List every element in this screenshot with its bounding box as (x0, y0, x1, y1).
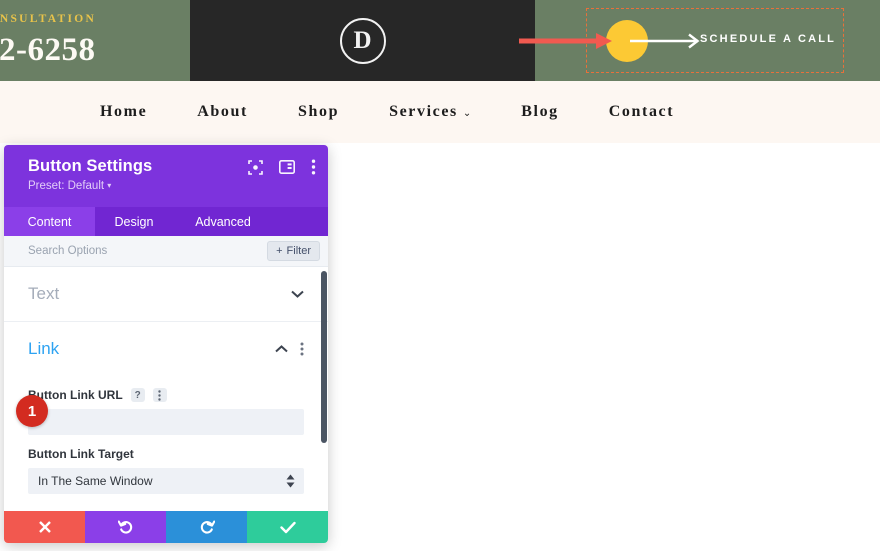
tab-design[interactable]: Design (95, 207, 173, 236)
badge-number: 1 (27, 402, 37, 420)
redo-button[interactable] (166, 511, 247, 543)
selected-option-label: In The Same Window (38, 474, 153, 488)
tab-content[interactable]: Content (4, 207, 95, 236)
settings-scroll-area: Text Link Button Link URL ? Button Link … (4, 267, 328, 511)
preset-selector[interactable]: Preset: Default ▾ (28, 180, 314, 192)
modal-header: Button Settings Preset: Default ▾ (4, 145, 328, 207)
topbar-contact-block: CONSULTATION 52-6258 (0, 0, 190, 81)
focus-icon[interactable] (248, 159, 263, 175)
modal-tabs: Content Design Advanced (4, 207, 328, 236)
section-link-header[interactable]: Link (28, 322, 304, 376)
nav-item-blog[interactable]: Blog (521, 103, 559, 121)
undo-button[interactable] (85, 511, 166, 543)
chevron-up-icon[interactable] (275, 345, 288, 353)
plus-icon: + (276, 245, 283, 257)
nav-label: About (197, 103, 248, 120)
section-title: Link (28, 339, 60, 358)
checkmark-icon (279, 521, 296, 533)
layout-icon[interactable] (279, 160, 295, 174)
divi-logo-icon[interactable]: D (339, 17, 386, 64)
search-bar: + Filter (4, 236, 328, 267)
tab-label: Advanced (195, 214, 251, 229)
filter-button[interactable]: + Filter (267, 241, 320, 261)
scrollbar-track[interactable] (321, 267, 328, 511)
site-top-bar: CONSULTATION 52-6258 D SCHEDULE A CALL (0, 0, 880, 81)
site-navigation: Home About Shop Services ⌄ Blog Contact (0, 81, 880, 143)
save-button[interactable] (247, 511, 328, 543)
undo-icon (117, 520, 132, 534)
nav-label: Home (100, 103, 148, 120)
chevron-down-icon: ▾ (107, 181, 112, 190)
section-link-controls (275, 342, 304, 356)
page-root: CONSULTATION 52-6258 D SCHEDULE A CALL H… (0, 0, 880, 551)
nav-item-services[interactable]: Services ⌄ (389, 103, 471, 121)
step-badge-1: 1 (16, 395, 48, 427)
filter-label: Filter (286, 245, 311, 257)
nav-label: Contact (608, 103, 675, 120)
section-more-options-icon[interactable] (300, 342, 304, 356)
nav-label: Services (389, 103, 458, 120)
button-link-target-select[interactable]: In The Same Window (28, 468, 304, 494)
tab-label: Content (27, 214, 72, 229)
button-link-url-input[interactable] (28, 409, 304, 435)
nav-item-home[interactable]: Home (100, 103, 147, 121)
nav-item-shop[interactable]: Shop (298, 103, 339, 121)
field-button-link-target: Button Link Target In The Same Window (4, 447, 328, 494)
field-button-link-url: Button Link URL ? (4, 388, 328, 435)
chevron-down-icon: ⌄ (462, 107, 472, 119)
field-label-row: Button Link URL ? (28, 388, 304, 402)
topbar-logo-block: D (190, 0, 535, 81)
section-link: Link (4, 322, 328, 376)
scrollbar-thumb[interactable] (321, 271, 327, 443)
tab-advanced[interactable]: Advanced (173, 207, 273, 236)
modal-footer (4, 511, 328, 543)
button-link-target-wrap: In The Same Window (28, 468, 304, 494)
cta-arrow-icon (630, 33, 700, 49)
field-label: Button Link Target (28, 447, 134, 461)
redo-icon (200, 520, 215, 534)
close-icon (38, 521, 51, 533)
help-icon[interactable]: ? (130, 388, 145, 402)
cancel-button[interactable] (4, 511, 85, 543)
topbar-phone-number[interactable]: 52-6258 (0, 32, 96, 69)
button-settings-modal: Button Settings Preset: Default ▾ Conten… (4, 145, 328, 543)
preset-label: Preset: Default (28, 180, 105, 192)
section-title: Text (28, 284, 60, 303)
field-more-options-icon[interactable] (152, 388, 167, 402)
topbar-tagline: CONSULTATION (0, 13, 97, 25)
nav-item-contact[interactable]: Contact (609, 103, 674, 121)
divi-logo-letter: D (353, 26, 372, 54)
section-text-header[interactable]: Text (28, 267, 304, 321)
field-label-row: Button Link Target (28, 447, 304, 461)
search-input[interactable] (28, 245, 268, 257)
chevron-down-icon[interactable] (291, 290, 304, 298)
nav-label: Blog (521, 103, 559, 120)
tab-label: Design (114, 214, 154, 229)
nav-item-about[interactable]: About (197, 103, 248, 121)
more-options-icon[interactable] (311, 159, 316, 175)
nav-label: Shop (297, 103, 340, 120)
annotation-arrow-icon (519, 33, 612, 49)
section-text: Text (4, 267, 328, 322)
cta-label[interactable]: SCHEDULE A CALL (700, 33, 836, 45)
modal-header-icons (248, 159, 316, 175)
